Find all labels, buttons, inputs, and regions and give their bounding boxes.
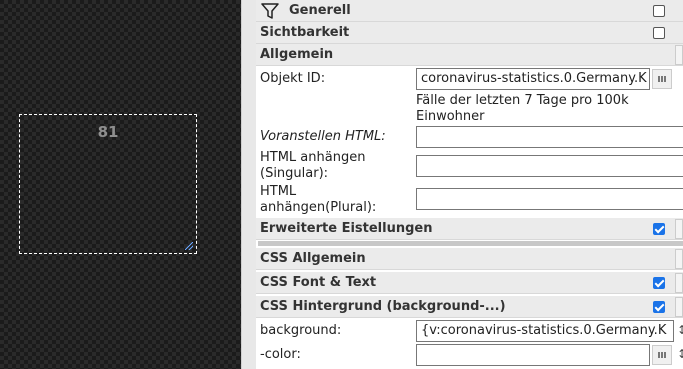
group-erweiterte[interactable]: Erweiterte Eistellungen <box>256 218 683 240</box>
editor-canvas[interactable]: 81 <box>0 0 241 369</box>
color-more-icon[interactable]: ↕ <box>677 347 683 361</box>
resize-handle-icon[interactable] <box>185 242 193 250</box>
css-font-edge-button[interactable] <box>675 273 683 293</box>
erweiterte-checkbox[interactable] <box>653 223 665 235</box>
selected-widget[interactable]: 81 <box>19 114 197 254</box>
append-singular-label: HTML anhängen (Singular): <box>260 150 366 181</box>
group-sichtbarkeit[interactable]: Sichtbarkeit <box>256 22 683 44</box>
group-generell-title: Generell <box>289 3 351 18</box>
css-font-checkbox[interactable] <box>653 277 665 289</box>
objekt-id-input[interactable]: coronavirus-statistics.0.Germany.K <box>416 68 650 90</box>
section-separator <box>258 241 683 246</box>
group-css-allgemein[interactable]: CSS Allgemein <box>256 248 683 270</box>
generell-checkbox[interactable] <box>653 5 665 17</box>
color-select-button[interactable] <box>652 345 672 365</box>
allgemein-edge-button[interactable] <box>675 45 683 65</box>
group-sichtbarkeit-title: Sichtbarkeit <box>260 25 350 40</box>
group-css-hintergrund-title: CSS Hintergrund (background-...) <box>260 299 506 314</box>
widget-value: 81 <box>97 123 119 141</box>
properties-panel: Generell Sichtbarkeit Allgemein Objekt I… <box>256 0 683 369</box>
erweiterte-edge-button[interactable] <box>675 219 683 239</box>
css-hintergrund-checkbox[interactable] <box>653 301 665 313</box>
objekt-id-label: Objekt ID: <box>260 71 326 86</box>
group-css-font-title: CSS Font & Text <box>260 275 377 290</box>
prepend-html-label: Voranstellen HTML: <box>260 129 386 144</box>
css-allgemein-edge-button[interactable] <box>675 249 683 269</box>
append-singular-input[interactable] <box>416 155 683 177</box>
append-plural-input[interactable] <box>416 188 683 210</box>
sichtbarkeit-checkbox[interactable] <box>653 27 665 39</box>
group-allgemein-title: Allgemein <box>260 47 334 62</box>
color-label: -color: <box>260 347 301 362</box>
prepend-html-input[interactable] <box>416 126 683 148</box>
group-css-hintergrund[interactable]: CSS Hintergrund (background-...) <box>256 296 683 318</box>
group-generell[interactable]: Generell <box>256 0 683 22</box>
object-description: Fälle der letzten 7 Tage pro 100k Einwoh… <box>416 93 629 124</box>
group-css-allgemein-title: CSS Allgemein <box>260 251 366 266</box>
group-allgemein[interactable]: Allgemein <box>256 44 683 66</box>
filter-icon[interactable] <box>261 2 279 20</box>
background-more-icon[interactable]: ↕ <box>677 323 683 337</box>
append-plural-label: HTML anhängen(Plural): <box>260 184 377 215</box>
group-erweiterte-title: Erweiterte Eistellungen <box>260 221 433 236</box>
background-label: background: <box>260 323 342 338</box>
background-input[interactable]: {v:coronavirus-statistics.0.Germany.K <box>416 320 674 342</box>
objekt-id-select-button[interactable] <box>652 69 672 89</box>
group-css-font[interactable]: CSS Font & Text <box>256 272 683 294</box>
panel-splitter[interactable] <box>241 0 256 369</box>
css-hintergrund-edge-button[interactable] <box>675 297 683 317</box>
color-input[interactable] <box>416 344 650 366</box>
